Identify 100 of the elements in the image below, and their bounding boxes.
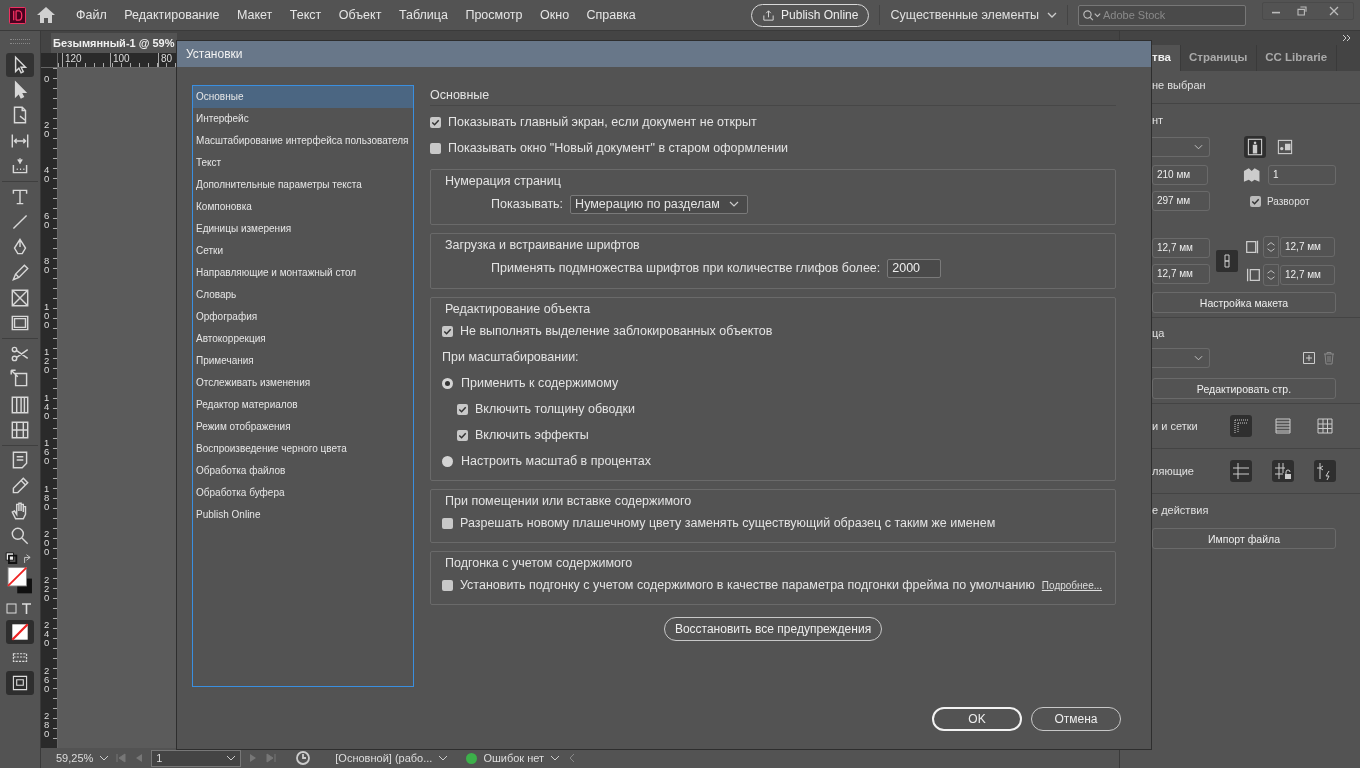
panel-tab[interactable]: тва: [1152, 45, 1181, 71]
category-item[interactable]: Publish Online: [193, 504, 413, 526]
preflight-status[interactable]: Ошибок нет: [483, 752, 545, 764]
category-item[interactable]: Дополнительные параметры текста: [193, 174, 413, 196]
chevron-down-icon[interactable]: [99, 755, 110, 761]
radio-button[interactable]: [442, 377, 453, 389]
category-item[interactable]: Воспроизведение черного цвета: [193, 438, 413, 460]
page-numbering-dropdown[interactable]: Нумерацию по разделам: [570, 194, 749, 214]
pages-icon: [1242, 165, 1262, 185]
master-page-status[interactable]: [Основной] (рабо...: [335, 752, 433, 764]
checkbox[interactable]: [442, 579, 453, 591]
stepper-icon[interactable]: [1263, 264, 1279, 286]
group-title: Загрузка и встраивание шрифтов: [444, 237, 641, 254]
selection-tool-icon[interactable]: [6, 52, 34, 77]
document-tab[interactable]: Безымянный-1 @ 59%: [51, 33, 177, 53]
category-item[interactable]: Интерфейс: [193, 108, 413, 130]
checkbox[interactable]: [430, 116, 441, 128]
apply-none-icon[interactable]: [6, 619, 34, 644]
radio-label: Настроить масштаб в процентах: [461, 454, 651, 468]
glyph-count-field[interactable]: 2000: [887, 258, 942, 278]
checkbox[interactable]: [1250, 195, 1261, 207]
category-item[interactable]: Редактор материалов: [193, 394, 413, 416]
menu-item[interactable]: Справка: [586, 8, 636, 22]
category-item[interactable]: Автокоррекция: [193, 328, 413, 350]
checkbox[interactable]: [442, 517, 453, 529]
collapse-panel-icon[interactable]: [1342, 35, 1352, 41]
radio-label: Применить к содержимому: [461, 376, 619, 390]
zoom-level[interactable]: 59,25%: [56, 752, 94, 764]
panel-tab[interactable]: Страницы: [1188, 45, 1258, 71]
group-title: При помещении или вставке содержимого: [444, 493, 693, 510]
view-mode-icon[interactable]: [6, 670, 34, 695]
upload-icon: [762, 8, 776, 22]
category-item[interactable]: Режим отображения: [193, 416, 413, 438]
lock-guides-icon[interactable]: [1272, 460, 1294, 482]
workspace-switcher[interactable]: Существенные элементы: [890, 8, 1057, 22]
category-item[interactable]: Примечания: [193, 350, 413, 372]
panel-tab[interactable]: CC Librarie: [1265, 45, 1338, 71]
checkbox[interactable]: [430, 142, 441, 154]
checkbox[interactable]: [457, 429, 468, 441]
guides-icon[interactable]: [1230, 460, 1252, 482]
stock-search-field[interactable]: Adobe Stock: [1078, 4, 1246, 26]
ruler-label: 220: [44, 574, 50, 605]
category-item[interactable]: Единицы измерения: [193, 218, 413, 240]
chevron-down-icon: [1194, 355, 1203, 361]
category-item[interactable]: Масштабирование интерфейса пользователя: [193, 130, 413, 152]
category-item[interactable]: Словарь: [193, 284, 413, 306]
ruler-icon[interactable]: [1230, 415, 1252, 437]
dialog-button[interactable]: OK: [932, 707, 1022, 731]
smart-guides-icon[interactable]: [1314, 460, 1336, 482]
checkbox-label: Включить толщину обводки: [475, 402, 636, 416]
document-setup-button[interactable]: Настройка макета: [1152, 292, 1336, 313]
chevron-down-icon: [1194, 144, 1203, 150]
checkbox[interactable]: [457, 403, 468, 415]
group-title: Нумерация страниц: [444, 173, 562, 190]
search-icon[interactable]: [1082, 8, 1102, 22]
page-number-field[interactable]: 1: [151, 749, 242, 767]
menu-item[interactable]: Окно: [540, 8, 570, 22]
margin-field[interactable]: 12,7 мм: [1280, 237, 1335, 257]
ruler-label: 240: [44, 620, 50, 651]
radio-button[interactable]: [442, 455, 453, 467]
category-item[interactable]: Обработка буфера: [193, 482, 413, 504]
clock-icon[interactable]: [295, 750, 312, 766]
stepper-icon[interactable]: [1263, 236, 1279, 258]
category-item[interactable]: Орфография: [193, 306, 413, 328]
checkbox[interactable]: [442, 325, 453, 337]
margin-field[interactable]: 12,7 мм: [1280, 265, 1335, 285]
category-item[interactable]: Сетки: [193, 240, 413, 262]
edit-page-button[interactable]: Редактировать стр.: [1152, 378, 1336, 399]
portrait-orientation-icon[interactable]: [1244, 136, 1266, 158]
ruler-label: 280: [44, 711, 50, 742]
home-icon[interactable]: [36, 6, 56, 24]
checkbox-label: Включить эффекты: [475, 428, 589, 442]
category-item[interactable]: Отслеживать изменения: [193, 372, 413, 394]
page-count-field[interactable]: 1: [1267, 165, 1336, 185]
group-title: Подгонка с учетом содержимого: [444, 555, 634, 572]
app-logo-icon[interactable]: [9, 6, 26, 24]
add-icon[interactable]: [1302, 351, 1316, 365]
menu-item[interactable]: Объект: [338, 8, 382, 22]
menu-item[interactable]: Макет: [236, 8, 273, 22]
baseline-grid-icon[interactable]: [1272, 415, 1294, 437]
category-item[interactable]: Обработка файлов: [193, 460, 413, 482]
link-icon[interactable]: [1216, 250, 1238, 272]
menu-item[interactable]: Просмотр: [465, 8, 523, 22]
category-item[interactable]: Основные: [193, 86, 413, 108]
grid-icon[interactable]: [1314, 415, 1336, 437]
chevron-down-icon[interactable]: [550, 755, 561, 761]
ruler-label: 120: [62, 53, 110, 67]
checkbox-label: Показывать окно "Новый документ" в старом оформлении: [448, 141, 789, 155]
import-file-button[interactable]: Импорт файла: [1152, 528, 1336, 549]
menu-item[interactable]: Текст: [289, 8, 322, 22]
menu-item[interactable]: Файл: [76, 8, 107, 22]
section-heading: ляющие: [1152, 465, 1194, 477]
chevron-down-icon[interactable]: [438, 755, 449, 761]
menu-item[interactable]: Редактирование: [124, 8, 220, 22]
learn-more-link[interactable]: Подробнее...: [1041, 579, 1103, 591]
category-item[interactable]: Компоновка: [193, 196, 413, 218]
category-item[interactable]: Направляющие и монтажный стол: [193, 262, 413, 284]
menu-item[interactable]: Таблица: [398, 8, 448, 22]
category-item[interactable]: Текст: [193, 152, 413, 174]
field-label: Показывать:: [491, 197, 564, 211]
